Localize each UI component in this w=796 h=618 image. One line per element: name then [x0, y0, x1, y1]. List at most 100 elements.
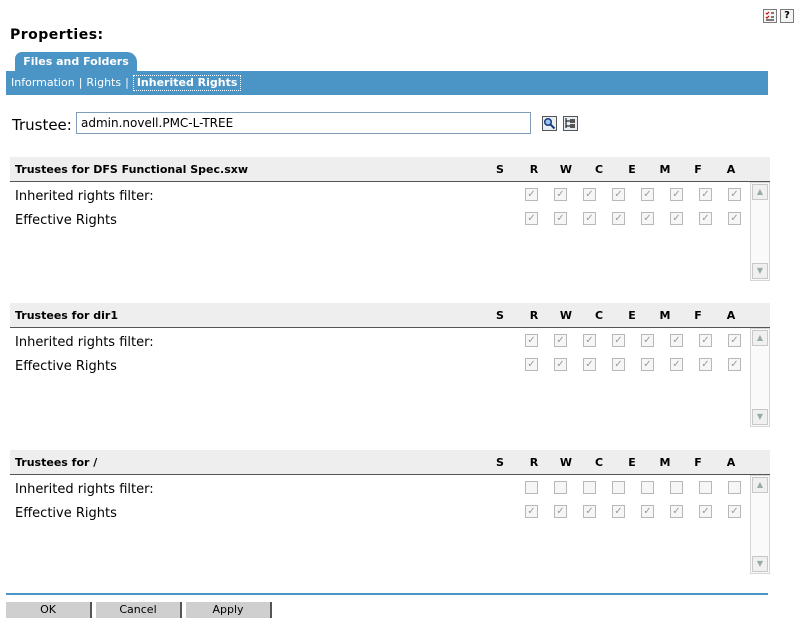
rights-checkbox-w[interactable]: ✓: [554, 212, 567, 225]
rights-checkbox-f[interactable]: ✓: [670, 188, 683, 201]
column-header-m: M: [659, 163, 671, 176]
section-header: Trustees for dir1 S R W C E M F A: [10, 303, 770, 328]
effective-rights-label: Effective Rights: [15, 213, 117, 228]
scrollbar[interactable]: ▲ ▼: [750, 475, 770, 574]
rights-checkbox-r[interactable]: ✓: [525, 358, 538, 371]
rights-checkbox-m[interactable]: ✓: [641, 358, 654, 371]
section-title: Trustees for /: [15, 456, 98, 469]
rights-checkbox-r[interactable]: ✓: [525, 212, 538, 225]
scroll-up-button[interactable]: ▲: [752, 184, 768, 200]
rights-checkbox-a[interactable]: ✓: [699, 505, 712, 518]
column-header-s: S: [496, 456, 504, 469]
trustee-section-2: Trustees for dir1 S R W C E M F A Inheri…: [10, 303, 770, 448]
rights-checkbox-r[interactable]: ✓: [728, 188, 741, 201]
trustee-input[interactable]: [76, 112, 531, 134]
subnav-item-rights[interactable]: Rights: [86, 71, 121, 95]
rights-checkbox-r[interactable]: ✓: [525, 188, 538, 201]
footer-divider: [6, 593, 768, 595]
scroll-down-button[interactable]: ▼: [752, 556, 768, 572]
rights-checkbox-r[interactable]: ✓: [728, 334, 741, 347]
rights-checkbox-w[interactable]: [554, 481, 567, 494]
rights-checkbox-a[interactable]: ✓: [699, 188, 712, 201]
rights-checkbox-e[interactable]: ✓: [612, 505, 625, 518]
rights-checkbox-m[interactable]: ✓: [641, 334, 654, 347]
top-toolbar: ?: [763, 9, 794, 23]
rights-checkbox-r[interactable]: ✓: [525, 334, 538, 347]
rights-checkbox-e[interactable]: [612, 481, 625, 494]
rights-checkbox-a[interactable]: ✓: [699, 358, 712, 371]
inherited-rights-filter-label: Inherited rights filter:: [15, 189, 154, 204]
tab-files-and-folders[interactable]: Files and Folders: [15, 52, 137, 72]
trustee-section-1: Trustees for DFS Functional Spec.sxw S R…: [10, 157, 770, 302]
subnav-item-inherited-rights[interactable]: Inherited Rights: [132, 75, 242, 91]
rights-checkbox-r[interactable]: ✓: [728, 212, 741, 225]
rights-checkbox-w[interactable]: ✓: [554, 358, 567, 371]
rights-checkbox-f[interactable]: [670, 481, 683, 494]
rights-checkbox-w[interactable]: ✓: [554, 505, 567, 518]
rights-checkbox-c[interactable]: ✓: [583, 505, 596, 518]
effective-rights-label: Effective Rights: [15, 506, 117, 521]
rights-checkbox-a[interactable]: ✓: [699, 334, 712, 347]
rights-checkbox-w[interactable]: ✓: [554, 188, 567, 201]
rights-checkbox-f[interactable]: ✓: [670, 358, 683, 371]
rights-checkbox-e[interactable]: ✓: [612, 212, 625, 225]
subnav-separator: |: [125, 76, 129, 89]
rights-checkbox-c[interactable]: [583, 481, 596, 494]
rights-checkbox-a[interactable]: [699, 481, 712, 494]
search-icon[interactable]: [542, 116, 557, 131]
scroll-down-button[interactable]: ▼: [752, 263, 768, 279]
trustee-label: Trustee:: [12, 116, 72, 134]
column-header-c: C: [594, 456, 604, 469]
section-header: Trustees for DFS Functional Spec.sxw S R…: [10, 157, 770, 182]
rights-checkbox-r[interactable]: ✓: [525, 505, 538, 518]
rights-checkbox-f[interactable]: ✓: [670, 334, 683, 347]
subnav-item-information[interactable]: Information: [11, 71, 75, 95]
column-header-e: E: [628, 163, 636, 176]
scroll-up-button[interactable]: ▲: [752, 330, 768, 346]
rights-checkbox-c[interactable]: ✓: [583, 334, 596, 347]
section-body: Inherited rights filter: Effective Right…: [10, 475, 770, 595]
scroll-down-button[interactable]: ▼: [752, 409, 768, 425]
rights-checkbox-c[interactable]: ✓: [583, 188, 596, 201]
rights-checkbox-m[interactable]: ✓: [641, 188, 654, 201]
column-header-e: E: [628, 456, 636, 469]
column-header-c: C: [594, 163, 604, 176]
rights-checkbox-f[interactable]: ✓: [670, 212, 683, 225]
column-header-f: F: [694, 163, 702, 176]
rights-checkbox-w[interactable]: ✓: [554, 334, 567, 347]
section-body: Inherited rights filter: Effective Right…: [10, 328, 770, 448]
rights-checkbox-e[interactable]: ✓: [612, 358, 625, 371]
rights-checkbox-m[interactable]: [641, 481, 654, 494]
subnav: Information | Rights | Inherited Rights: [6, 71, 768, 95]
checklist-icon[interactable]: [763, 9, 777, 23]
rights-checkbox-r[interactable]: ✓: [728, 505, 741, 518]
browse-tree-icon[interactable]: [563, 116, 578, 131]
page-title: Properties:: [10, 27, 104, 43]
scrollbar[interactable]: ▲ ▼: [750, 182, 770, 281]
scrollbar[interactable]: ▲ ▼: [750, 328, 770, 427]
rights-checkbox-m[interactable]: ✓: [641, 505, 654, 518]
column-header-a: A: [726, 163, 736, 176]
column-header-a: A: [726, 456, 736, 469]
rights-checkbox-r[interactable]: ✓: [728, 358, 741, 371]
column-header-m: M: [659, 309, 671, 322]
rights-checkbox-e[interactable]: ✓: [612, 188, 625, 201]
rights-checkbox-c[interactable]: ✓: [583, 212, 596, 225]
rights-checkbox-f[interactable]: ✓: [670, 505, 683, 518]
trustee-section-3: Trustees for / S R W C E M F A Inherited…: [10, 450, 770, 595]
rights-checkbox-m[interactable]: ✓: [641, 212, 654, 225]
column-header-r: R: [529, 456, 539, 469]
rights-checkbox-r[interactable]: [525, 481, 538, 494]
column-header-f: F: [694, 309, 702, 322]
column-header-a: A: [726, 309, 736, 322]
column-header-r: R: [529, 309, 539, 322]
rights-checkbox-a[interactable]: ✓: [699, 212, 712, 225]
scroll-up-button[interactable]: ▲: [752, 477, 768, 493]
rights-checkbox-c[interactable]: ✓: [583, 358, 596, 371]
rights-checkbox-e[interactable]: ✓: [612, 334, 625, 347]
help-icon[interactable]: ?: [780, 9, 794, 23]
column-header-w: W: [559, 456, 573, 469]
section-header: Trustees for / S R W C E M F A: [10, 450, 770, 475]
column-header-c: C: [594, 309, 604, 322]
rights-checkbox-r[interactable]: [728, 481, 741, 494]
